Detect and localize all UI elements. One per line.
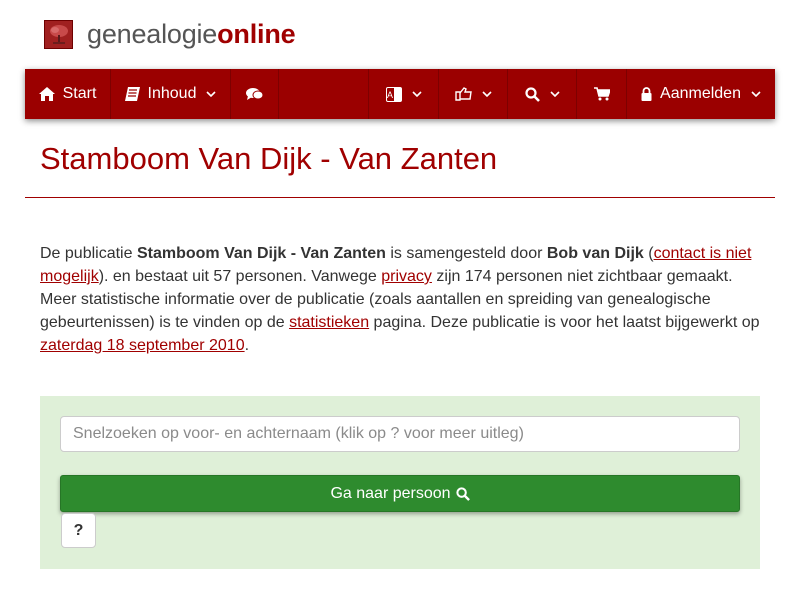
share-icon	[454, 87, 472, 101]
book-icon	[124, 87, 140, 101]
intro-text-2: is samengesteld door	[385, 245, 547, 262]
nav-language[interactable]: A	[369, 69, 439, 119]
chevron-down-icon	[751, 91, 761, 97]
search-icon	[455, 486, 470, 501]
chevron-down-icon	[411, 91, 422, 97]
brand-part-2: online	[217, 19, 296, 49]
nav-spacer	[279, 69, 369, 119]
main-navbar: Start Inhoud A Aanmelden	[25, 69, 775, 119]
tree-logo-icon[interactable]	[44, 19, 73, 49]
nav-chat[interactable]	[231, 69, 279, 119]
statistics-link[interactable]: statistieken	[289, 314, 369, 331]
chevron-down-icon	[549, 91, 560, 97]
nav-content[interactable]: Inhoud	[111, 69, 231, 119]
site-header[interactable]: genealogieonline	[44, 18, 296, 50]
nav-login[interactable]: Aanmelden	[627, 69, 775, 119]
intro-text-6: pagina. Deze publicatie is voor het laat…	[369, 314, 760, 331]
intro-text-1: De publicatie	[40, 245, 137, 262]
intro-text-3: (	[643, 245, 654, 262]
chevron-down-icon	[481, 91, 492, 97]
go-to-person-label: Ga naar persoon	[330, 484, 451, 502]
search-help-button[interactable]: ?	[61, 513, 96, 548]
comments-icon	[246, 87, 263, 101]
translate-icon: A	[385, 86, 402, 102]
title-divider	[25, 197, 775, 198]
nav-cart[interactable]	[577, 69, 627, 119]
chevron-down-icon	[206, 91, 217, 97]
lock-icon	[641, 87, 652, 101]
intro-text-7: .	[244, 337, 250, 354]
publication-intro: De publicatie Stamboom Van Dijk - Van Za…	[40, 242, 765, 357]
privacy-link[interactable]: privacy	[381, 268, 432, 285]
go-to-person-button[interactable]: Ga naar persoon	[60, 475, 740, 512]
nav-start[interactable]: Start	[25, 69, 111, 119]
intro-text-4: ). en bestaat uit 57 personen. Vanwege	[98, 268, 382, 285]
nav-login-label: Aanmelden	[660, 85, 741, 102]
nav-share[interactable]	[439, 69, 508, 119]
home-icon	[38, 87, 55, 101]
author-name: Bob van Dijk	[546, 245, 644, 262]
nav-content-label: Inhoud	[147, 85, 197, 102]
page-title: Stamboom Van Dijk - Van Zanten	[40, 141, 498, 176]
publication-name: Stamboom Van Dijk - Van Zanten	[136, 245, 386, 262]
brand-part-1: genealogie	[87, 19, 218, 49]
quick-search-input[interactable]	[60, 416, 740, 452]
brand-name[interactable]: genealogieonline	[87, 18, 296, 50]
cart-icon	[593, 87, 610, 101]
nav-start-label: Start	[62, 85, 97, 102]
svg-text:A: A	[386, 90, 392, 100]
last-updated-link[interactable]: zaterdag 18 september 2010	[40, 337, 245, 354]
search-icon	[524, 86, 540, 102]
quick-search-panel: Ga naar persoon ?	[40, 396, 760, 569]
nav-search[interactable]	[508, 69, 577, 119]
